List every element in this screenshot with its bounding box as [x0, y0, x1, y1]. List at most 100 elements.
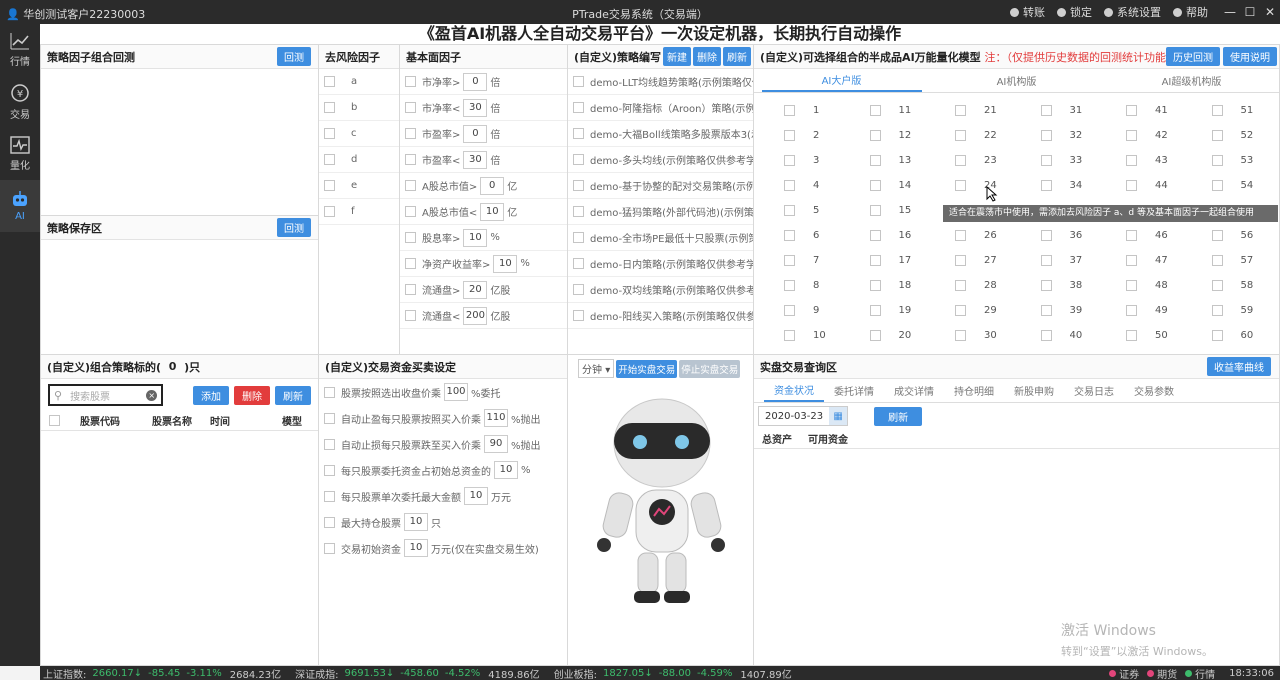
- model-option[interactable]: 15: [869, 205, 911, 216]
- risk-factor-row[interactable]: e: [319, 173, 399, 199]
- model-checkbox[interactable]: [1211, 305, 1223, 316]
- query-refresh-button[interactable]: 刷新: [874, 406, 923, 426]
- model-checkbox[interactable]: [784, 255, 795, 266]
- risk-factor-row[interactable]: c: [319, 121, 399, 147]
- model-option[interactable]: 1: [784, 105, 819, 116]
- model-option[interactable]: 32: [1040, 130, 1082, 141]
- strategy-checkbox[interactable]: [573, 154, 584, 165]
- fund-setting-input[interactable]: 10: [404, 513, 428, 531]
- model-option[interactable]: 29: [955, 305, 997, 316]
- model-checkbox[interactable]: [1126, 105, 1137, 116]
- live-query-tab[interactable]: 新股申购: [1004, 379, 1064, 402]
- model-checkbox[interactable]: [955, 130, 966, 141]
- model-option[interactable]: 20: [869, 330, 911, 341]
- model-checkbox[interactable]: [1040, 105, 1052, 116]
- model-checkbox[interactable]: [1040, 230, 1052, 241]
- model-checkbox[interactable]: [1126, 305, 1137, 316]
- risk-factor-row[interactable]: b: [319, 95, 399, 121]
- model-option[interactable]: 57: [1211, 255, 1253, 266]
- model-option[interactable]: 10: [784, 330, 826, 341]
- model-checkbox[interactable]: [1040, 280, 1052, 291]
- model-checkbox[interactable]: [1211, 255, 1223, 266]
- maximize-icon[interactable]: ☐: [1240, 5, 1260, 19]
- model-option[interactable]: 23: [955, 155, 997, 166]
- fund-setting-input[interactable]: 10: [494, 461, 518, 479]
- fundamental-factor-checkbox[interactable]: [405, 76, 416, 87]
- strategy-item[interactable]: demo-LLT均线趋势策略(示例策略仅供: [568, 69, 753, 95]
- live-query-tab[interactable]: 交易参数: [1124, 379, 1184, 402]
- usage-guide-button[interactable]: 使用说明: [1223, 47, 1277, 66]
- model-checkbox[interactable]: [1040, 330, 1052, 341]
- strategy-item[interactable]: demo-猛犸策略(外部代码池)(示例策略: [568, 199, 753, 225]
- factor-backtest-button[interactable]: 回测: [277, 47, 311, 66]
- new-strategy-button[interactable]: 新建: [663, 47, 691, 66]
- model-checkbox[interactable]: [1126, 330, 1137, 341]
- risk-factor-checkbox[interactable]: [324, 180, 335, 191]
- fundamental-factor-input[interactable]: 20: [463, 280, 488, 299]
- model-checkbox[interactable]: [1040, 130, 1052, 141]
- model-checkbox[interactable]: [869, 330, 881, 341]
- fundamental-factor-checkbox[interactable]: [405, 258, 416, 269]
- model-checkbox[interactable]: [1211, 180, 1223, 191]
- model-option[interactable]: 47: [1126, 255, 1168, 266]
- fundamental-factor-input[interactable]: 0: [463, 124, 488, 143]
- model-option[interactable]: 41: [1126, 105, 1168, 116]
- fundamental-factor-checkbox[interactable]: [405, 102, 416, 113]
- model-option[interactable]: 51: [1211, 105, 1253, 116]
- model-checkbox[interactable]: [1211, 130, 1223, 141]
- model-checkbox[interactable]: [784, 155, 795, 166]
- minimize-icon[interactable]: —: [1220, 5, 1240, 19]
- select-all-checkbox[interactable]: [49, 415, 60, 426]
- model-option[interactable]: 54: [1211, 180, 1253, 191]
- model-checkbox[interactable]: [1211, 105, 1223, 116]
- strategy-item[interactable]: demo-多头均线(示例策略仅供参考学: [568, 147, 753, 173]
- model-option[interactable]: 49: [1126, 305, 1168, 316]
- strategy-checkbox[interactable]: [573, 128, 584, 139]
- model-option[interactable]: 11: [869, 105, 911, 116]
- start-live-trading-button[interactable]: 开始实盘交易: [616, 359, 678, 378]
- fundamental-factor-input[interactable]: 200: [463, 306, 488, 325]
- model-checkbox[interactable]: [955, 105, 966, 116]
- sidebar-item-quant[interactable]: 量化: [0, 128, 40, 180]
- fund-setting-checkbox[interactable]: [324, 464, 335, 476]
- strategy-checkbox[interactable]: [573, 206, 584, 217]
- strategy-save-button[interactable]: 回测: [277, 218, 311, 237]
- fund-setting-input[interactable]: 90: [484, 435, 508, 453]
- model-option[interactable]: 5: [784, 205, 819, 216]
- model-checkbox[interactable]: [1040, 255, 1052, 266]
- model-option[interactable]: 12: [869, 130, 911, 141]
- model-checkbox[interactable]: [784, 230, 795, 241]
- model-checkbox[interactable]: [869, 155, 881, 166]
- fundamental-factor-input[interactable]: 10: [480, 202, 505, 221]
- history-backtest-button[interactable]: 历史回测: [1166, 47, 1220, 66]
- calendar-icon[interactable]: ▦: [829, 407, 848, 425]
- model-checkbox[interactable]: [1126, 155, 1137, 166]
- model-option[interactable]: 56: [1211, 230, 1253, 241]
- model-option[interactable]: 3: [784, 155, 819, 166]
- strategy-checkbox[interactable]: [573, 76, 584, 87]
- live-query-tab[interactable]: 交易日志: [1064, 379, 1124, 402]
- strategy-checkbox[interactable]: [573, 258, 584, 269]
- fundamental-factor-input[interactable]: 10: [463, 228, 488, 247]
- strategy-item[interactable]: demo-全市场PE最低十只股票(示例策: [568, 225, 753, 251]
- model-option[interactable]: 28: [955, 280, 997, 291]
- clear-icon[interactable]: ×: [146, 389, 158, 401]
- fundamental-factor-checkbox[interactable]: [405, 180, 416, 191]
- strategy-checkbox[interactable]: [573, 284, 584, 295]
- model-option[interactable]: 8: [784, 280, 819, 291]
- fund-setting-checkbox[interactable]: [324, 490, 335, 502]
- risk-factor-checkbox[interactable]: [324, 102, 335, 113]
- model-option[interactable]: 9: [784, 305, 819, 316]
- model-checkbox[interactable]: [784, 180, 795, 191]
- model-checkbox[interactable]: [784, 105, 795, 116]
- strategy-checkbox[interactable]: [573, 232, 584, 243]
- model-checkbox[interactable]: [869, 130, 881, 141]
- delete-stock-button[interactable]: 删除: [234, 385, 270, 405]
- model-option[interactable]: 34: [1040, 180, 1082, 191]
- fundamental-factor-input[interactable]: 10: [493, 254, 518, 273]
- strategy-item[interactable]: demo-双均线策略(示例策略仅供参考: [568, 277, 753, 303]
- model-option[interactable]: 33: [1040, 155, 1082, 166]
- model-option[interactable]: 31: [1040, 105, 1082, 116]
- strategy-checkbox[interactable]: [573, 102, 584, 113]
- sidebar-item-trade[interactable]: ¥ 交易: [0, 76, 40, 128]
